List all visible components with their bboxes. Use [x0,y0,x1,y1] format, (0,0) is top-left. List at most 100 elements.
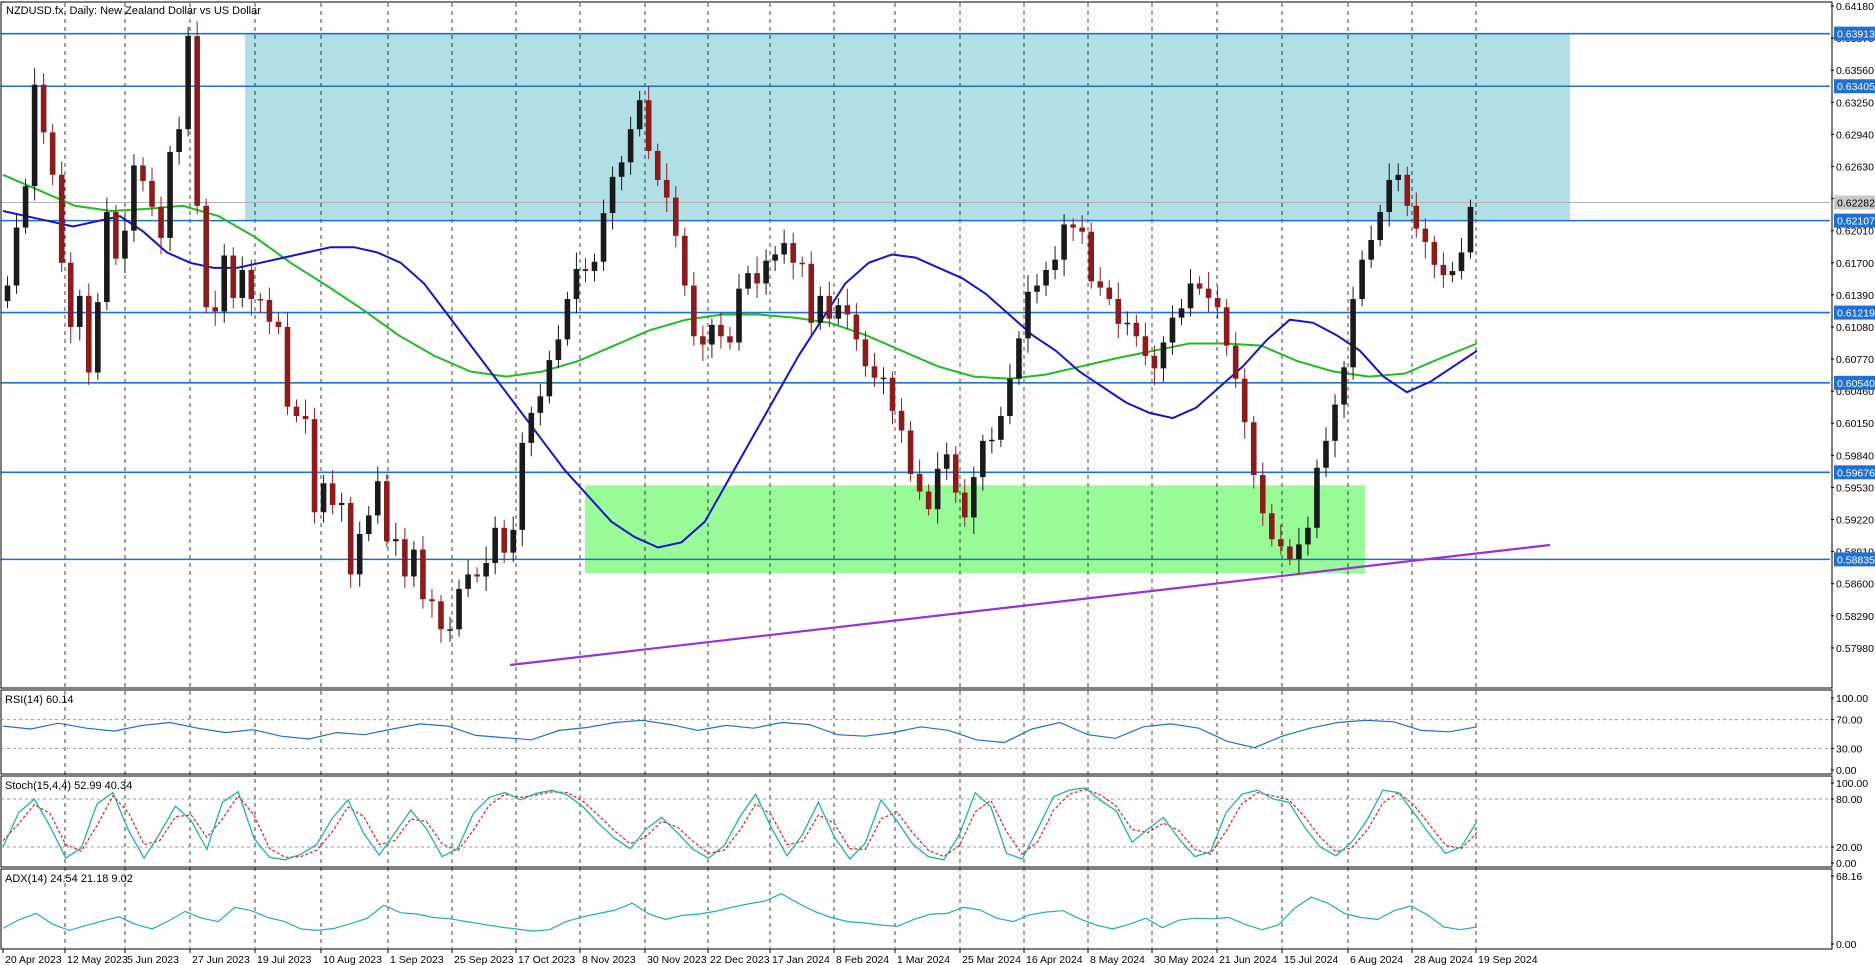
candle-body [763,260,769,284]
date-tick-label: 19 Sep 2024 [1478,954,1538,965]
candle-body [1332,404,1338,441]
candle-body [1296,544,1302,559]
candle-body [248,270,255,299]
price-tick-label: 0.57980 [1836,643,1874,655]
resistance-zone [245,33,1570,221]
candle-body [844,305,851,315]
level-tag-label: 0.59676 [1837,467,1875,479]
candle-body [808,263,815,323]
candle-body [663,179,670,198]
candle-body [1052,259,1058,271]
candle-body [1061,224,1067,260]
price-tick-label: 0.59220 [1836,515,1874,527]
candle-body [1323,440,1329,468]
date-tick-label: 21 Jun 2024 [1219,954,1277,965]
date-tick-label: 17 Oct 2023 [518,954,575,965]
indicator-tick-label: 0.00 [1836,939,1857,951]
candle-body [1160,342,1167,369]
candle-body [1341,367,1347,405]
candle-body [609,176,616,214]
candle-body [284,326,291,407]
candle-body [483,563,489,577]
candle-body [980,440,986,478]
indicator-tick-label: 0.00 [1836,765,1857,777]
candle-body [1377,212,1383,240]
candle-body [411,549,417,577]
price-tick-label: 0.60770 [1836,354,1874,366]
candle-body [817,295,824,323]
candle-body [347,502,354,575]
candle-body [1386,179,1393,213]
candle-body [257,298,264,301]
candle-body [1133,322,1140,337]
price-tick-label: 0.58290 [1836,611,1874,623]
candle-body [1115,298,1122,324]
candle-body [1259,475,1266,514]
candle-body [1124,322,1131,325]
candle-body [1043,270,1049,286]
candle-body [528,412,535,443]
candle-body [1025,291,1031,339]
trading-chart[interactable]: NZDUSD.fx, Daily: New Zealand Dollar vs … [0,0,1875,965]
candle-body [736,288,742,343]
chart-title: NZDUSD.fx, Daily: New Zealand Dollar vs … [6,5,261,17]
candle-body [636,100,643,130]
candle-body [1142,336,1149,356]
candle-body [1151,355,1158,369]
candle-body [302,415,309,420]
candle-body [645,100,652,151]
date-tick-label: 1 Mar 2024 [897,954,950,965]
candle-body [835,305,842,319]
candle-body [952,454,959,493]
candle-body [338,502,345,506]
candle-body [898,410,905,431]
candle-body [826,295,833,319]
candle-body [961,492,968,518]
candle-body [627,129,634,163]
date-tick-label: 22 Dec 2023 [710,954,770,965]
candle-body [727,336,733,343]
candle-body [329,483,336,506]
level-tag-label: 0.58835 [1837,554,1875,566]
candle-body [600,213,607,262]
candle-body [474,574,480,577]
candle-body [1404,174,1411,206]
indicator-tick-label: 20.00 [1836,842,1862,854]
candle-body [402,539,408,577]
candle-body [212,307,219,312]
price-tick-label: 0.61080 [1836,322,1874,334]
candle-body [519,442,526,530]
stoch-label: Stoch(15,4,4) 52.99 40.34 [5,780,132,792]
candle-body [1016,338,1022,379]
candle-body [1359,259,1365,299]
price-tick-label: 0.60150 [1836,418,1874,430]
candle-body [709,324,715,345]
price-tick-label: 0.62630 [1836,161,1874,173]
price-tick-label: 0.59530 [1836,482,1874,494]
candle-body [564,298,571,340]
candle-body [510,529,517,553]
candle-body [194,36,200,206]
candle-body [1449,271,1456,276]
price-tick-label: 0.64180 [1836,1,1874,13]
indicator-tick-label: 100.00 [1836,778,1868,790]
candle-body [149,180,155,207]
candle-body [1440,264,1447,276]
candle-body [970,477,977,518]
date-tick-label: 19 Jul 2023 [257,954,311,965]
candle-body [122,230,128,259]
candle-body [907,430,914,474]
rsi-label: RSI(14) 60.14 [5,694,73,706]
candle-body [925,491,932,510]
candle-body [239,270,246,298]
candle-body [700,336,706,345]
candle-body [221,255,228,312]
candle-body [492,527,498,564]
candle-body [1422,228,1429,243]
candle-body [1034,285,1040,292]
candle-body [781,243,787,255]
candle-body [176,129,182,152]
candle-body [582,268,589,272]
candle-body [672,197,679,236]
candle-body [1413,205,1420,229]
